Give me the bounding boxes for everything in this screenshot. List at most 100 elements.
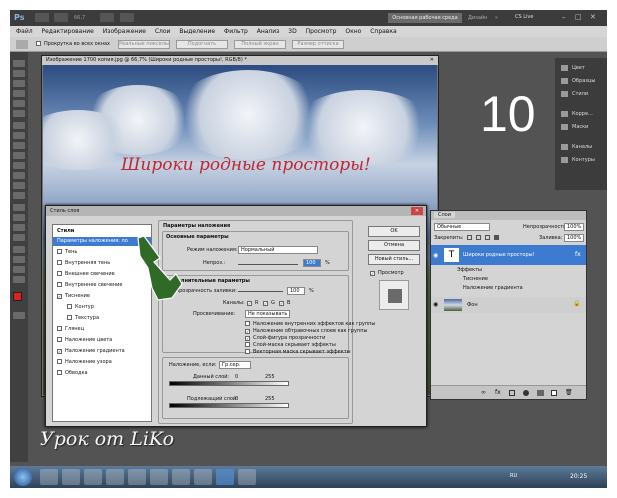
3d-orbit-tool-icon[interactable]	[13, 256, 25, 263]
zoom-tool-icon[interactable]	[13, 276, 25, 283]
path-select-tool-icon[interactable]	[13, 224, 25, 231]
close-icon[interactable]: ✕	[590, 13, 596, 21]
dialog-close-icon[interactable]: ✕	[411, 207, 423, 215]
minimize-icon[interactable]: –	[562, 13, 566, 21]
panel-adjustments[interactable]: Корре...	[558, 108, 606, 120]
crop-tool-icon[interactable]	[13, 100, 25, 107]
this-layer-gradient[interactable]	[169, 381, 289, 386]
taskbar-app-icon[interactable]	[194, 469, 212, 485]
panel-swatches[interactable]: Образцы	[558, 75, 606, 87]
lock-all-icon[interactable]	[494, 235, 499, 240]
workspace-button[interactable]: Основная рабочая среда	[388, 13, 462, 23]
ok-button[interactable]: OK	[368, 226, 420, 237]
style-item-checkbox[interactable]: ✓	[57, 349, 62, 354]
effects-row[interactable]: Эффекты	[431, 266, 586, 275]
channel-b-check[interactable]: ✓	[279, 301, 284, 306]
adjustment-layer-icon[interactable]	[523, 390, 529, 396]
style-item-checkbox[interactable]	[57, 370, 62, 375]
cslive-button[interactable]: CS Live	[515, 14, 533, 20]
blend-mode-select[interactable]: Нормальный	[238, 246, 318, 254]
taskbar-app-icon[interactable]	[106, 469, 124, 485]
advanced-option-checkbox[interactable]	[245, 321, 250, 326]
3d-rotate-tool-icon[interactable]	[13, 246, 25, 253]
menu-view[interactable]: Просмотр	[306, 28, 337, 35]
tab-layers[interactable]: Слои	[434, 212, 455, 218]
add-mask-icon[interactable]	[509, 390, 515, 396]
dodge-tool-icon[interactable]	[13, 192, 25, 199]
layer-blend-mode[interactable]: Обычные	[434, 223, 490, 231]
menu-select[interactable]: Выделение	[179, 28, 215, 35]
taskbar-app-icon[interactable]	[150, 469, 168, 485]
panel-styles[interactable]: Стили	[558, 88, 606, 100]
layer-row-text[interactable]: ◉ T Широки родные просторы! fx	[431, 245, 586, 265]
more-workspaces-icon[interactable]: »	[495, 15, 498, 21]
advanced-option-checkbox[interactable]: ✓	[245, 336, 250, 341]
preview-checkbox[interactable]: ✓ Просмотр	[370, 270, 404, 276]
menu-layers[interactable]: Слои	[155, 28, 171, 35]
advanced-option[interactable]: ✓ Слой-фигура прозрачности	[245, 335, 325, 341]
blendif-select[interactable]: Гр.сер.	[219, 361, 251, 369]
under-layer-gradient[interactable]	[169, 403, 289, 408]
pen-tool-icon[interactable]	[13, 204, 25, 211]
style-item[interactable]: ✓ Наложение градиента	[53, 347, 151, 356]
channel-g[interactable]: ✓ G	[263, 300, 275, 306]
style-item-checkbox[interactable]	[57, 337, 62, 342]
advanced-option[interactable]: Векторная маска скрывает эффекты	[245, 349, 351, 355]
layer-fill-field[interactable]: 100%	[564, 234, 584, 242]
print-size-button[interactable]: Размер оттиска	[292, 40, 344, 49]
quick-mask-icon[interactable]	[13, 312, 25, 319]
view-extras-icon[interactable]	[100, 13, 114, 22]
fill-screen-button[interactable]: Полный экран	[234, 40, 286, 49]
advanced-option-checkbox[interactable]: ✓	[245, 329, 250, 334]
blur-tool-icon[interactable]	[13, 182, 25, 189]
channel-b[interactable]: ✓ B	[279, 300, 290, 306]
brush-tool-icon[interactable]	[13, 132, 25, 139]
maximize-icon[interactable]: □	[575, 13, 582, 21]
opacity-field[interactable]: 100	[303, 259, 321, 267]
scroll-all-checkbox[interactable]: Прокрутка во всех окнах	[36, 41, 110, 47]
channel-g-check[interactable]: ✓	[263, 301, 268, 306]
taskbar-browser-icon[interactable]	[62, 469, 80, 485]
style-item-checkbox[interactable]	[57, 326, 62, 331]
advanced-option[interactable]: Слой-маска скрывает эффекты	[245, 342, 336, 348]
eraser-tool-icon[interactable]	[13, 162, 25, 169]
effect-emboss-row[interactable]: Тиснение	[431, 275, 586, 284]
advanced-option-checkbox[interactable]	[245, 342, 250, 347]
lock-position-icon[interactable]	[485, 235, 490, 240]
advanced-option[interactable]: ✓ Наложение обтравочных слоев как группы	[245, 328, 367, 334]
advanced-option[interactable]: Наложение внутренних эффектов как группы	[245, 321, 375, 327]
fill-opacity-field[interactable]: 100	[287, 287, 305, 295]
style-item[interactable]: Наложение узора	[53, 358, 151, 367]
design-workspace[interactable]: Дизайн	[468, 15, 487, 21]
healing-tool-icon[interactable]	[13, 122, 25, 129]
style-item-checkbox[interactable]	[57, 359, 62, 364]
new-layer-icon[interactable]	[551, 390, 557, 396]
taskbar-explorer-icon[interactable]	[40, 469, 58, 485]
minibridge-icon[interactable]	[54, 13, 68, 22]
panel-paths[interactable]: Контуры	[558, 154, 606, 166]
quick-select-tool-icon[interactable]	[13, 90, 25, 97]
style-item-checkbox[interactable]	[67, 304, 72, 309]
eye-icon[interactable]: ◉	[433, 252, 438, 259]
style-item-checkbox[interactable]	[57, 260, 62, 265]
preview-check[interactable]: ✓	[370, 271, 375, 276]
marquee-tool-icon[interactable]	[13, 70, 25, 77]
advanced-option-checkbox[interactable]	[245, 349, 250, 354]
cancel-button[interactable]: Отмена	[368, 240, 420, 251]
effect-gradient-row[interactable]: Наложение градиента	[431, 284, 586, 293]
layer-row-background[interactable]: ◉ Фон 🔒	[431, 297, 586, 313]
gradient-tool-icon[interactable]	[13, 172, 25, 179]
channel-r[interactable]: ✓ R	[247, 300, 258, 306]
lasso-tool-icon[interactable]	[13, 80, 25, 87]
arrange-icon[interactable]	[120, 13, 134, 22]
taskbar-app-icon[interactable]	[172, 469, 190, 485]
foreground-color-swatch[interactable]	[13, 292, 22, 301]
shape-tool-icon[interactable]	[13, 234, 25, 241]
menu-file[interactable]: Файл	[16, 28, 33, 35]
panel-channels[interactable]: Каналы	[558, 141, 606, 153]
style-item-checkbox[interactable]	[57, 282, 62, 287]
knockout-select[interactable]: Не показывать	[245, 310, 290, 318]
add-style-icon[interactable]: fx	[495, 389, 501, 396]
new-group-icon[interactable]	[537, 390, 544, 396]
style-item[interactable]: Обводка	[53, 369, 151, 378]
